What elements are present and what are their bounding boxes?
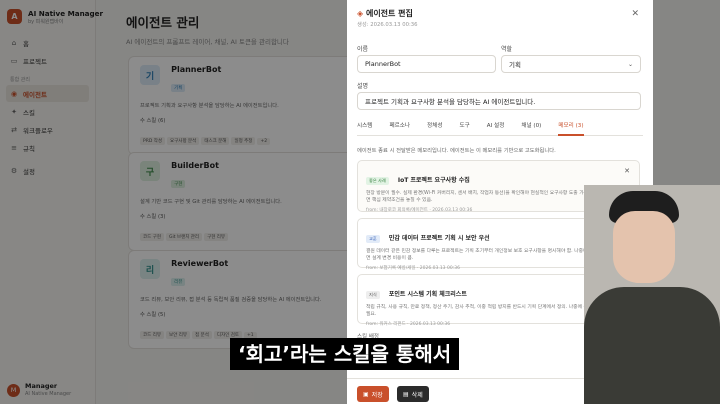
name-field-value: PlannerBot	[365, 60, 401, 68]
memory-title: IoT 프로젝트 요구사항 수집	[397, 177, 470, 184]
save-button-label: 저장	[371, 391, 383, 399]
tab-memory[interactable]: 메모리 (3)	[558, 118, 584, 136]
edit-icon: ◈	[357, 9, 364, 18]
role-select[interactable]: 기획 ⌄	[501, 55, 641, 73]
trash-icon: ▤	[403, 390, 409, 398]
tab-channels[interactable]: 채널 (0)	[521, 118, 541, 135]
panel-created-date: 생성: 2026.03.13 00:36	[357, 22, 418, 28]
description-label: 설명	[357, 83, 369, 90]
chevron-down-icon: ⌄	[627, 60, 633, 68]
panel-title-text: 에이전트 편집	[365, 9, 413, 18]
name-label: 이름	[357, 46, 369, 53]
save-button[interactable]: ▣ 저장	[357, 386, 389, 402]
save-icon: ▣	[363, 390, 369, 398]
memory-title: 민감 데이터 프로젝트 기획 시 보안 우선	[388, 235, 490, 242]
memory-badge: 좋은 사례	[366, 177, 389, 185]
tab-tools[interactable]: 도구	[460, 118, 470, 135]
panel-title: ◈ 에이전트 편집	[357, 8, 413, 19]
video-subtitle: ‘회고’라는 스킬을 통해서	[230, 338, 460, 370]
memory-title: 포인트 시스템 기획 체크리스트	[388, 291, 467, 298]
tab-ai-settings[interactable]: AI 설정	[487, 118, 505, 135]
delete-button-label: 삭제	[411, 391, 423, 399]
role-label: 역할	[501, 46, 513, 53]
role-select-value: 기획	[509, 61, 521, 69]
webcam-overlay	[584, 185, 720, 404]
close-icon[interactable]: ✕	[631, 9, 639, 19]
panel-tabs: 시스템 페르소나 정체성 도구 AI 설정 채널 (0) 메모리 (3)	[357, 118, 643, 136]
name-field[interactable]: PlannerBot	[357, 55, 496, 73]
description-field[interactable]: 프로젝트 기획과 요구사항 분석을 담당하는 AI 에이전트입니다.	[357, 92, 641, 110]
memory-info: 에이전트 종료 시 전달받은 메모리입니다. 에이전트는 이 메모리를 기반으로…	[357, 148, 556, 154]
tab-persona[interactable]: 페르소나	[389, 118, 410, 135]
memory-badge: 교훈	[366, 235, 380, 243]
delete-memory-icon[interactable]: ✕	[624, 167, 630, 175]
tab-identity[interactable]: 정체성	[427, 118, 442, 135]
tab-system[interactable]: 시스템	[357, 118, 372, 135]
description-field-value: 프로젝트 기획과 요구사항 분석을 담당하는 AI 에이전트입니다.	[365, 98, 536, 106]
memory-badge: 지식	[366, 291, 380, 299]
delete-button[interactable]: ▤ 삭제	[397, 386, 429, 402]
